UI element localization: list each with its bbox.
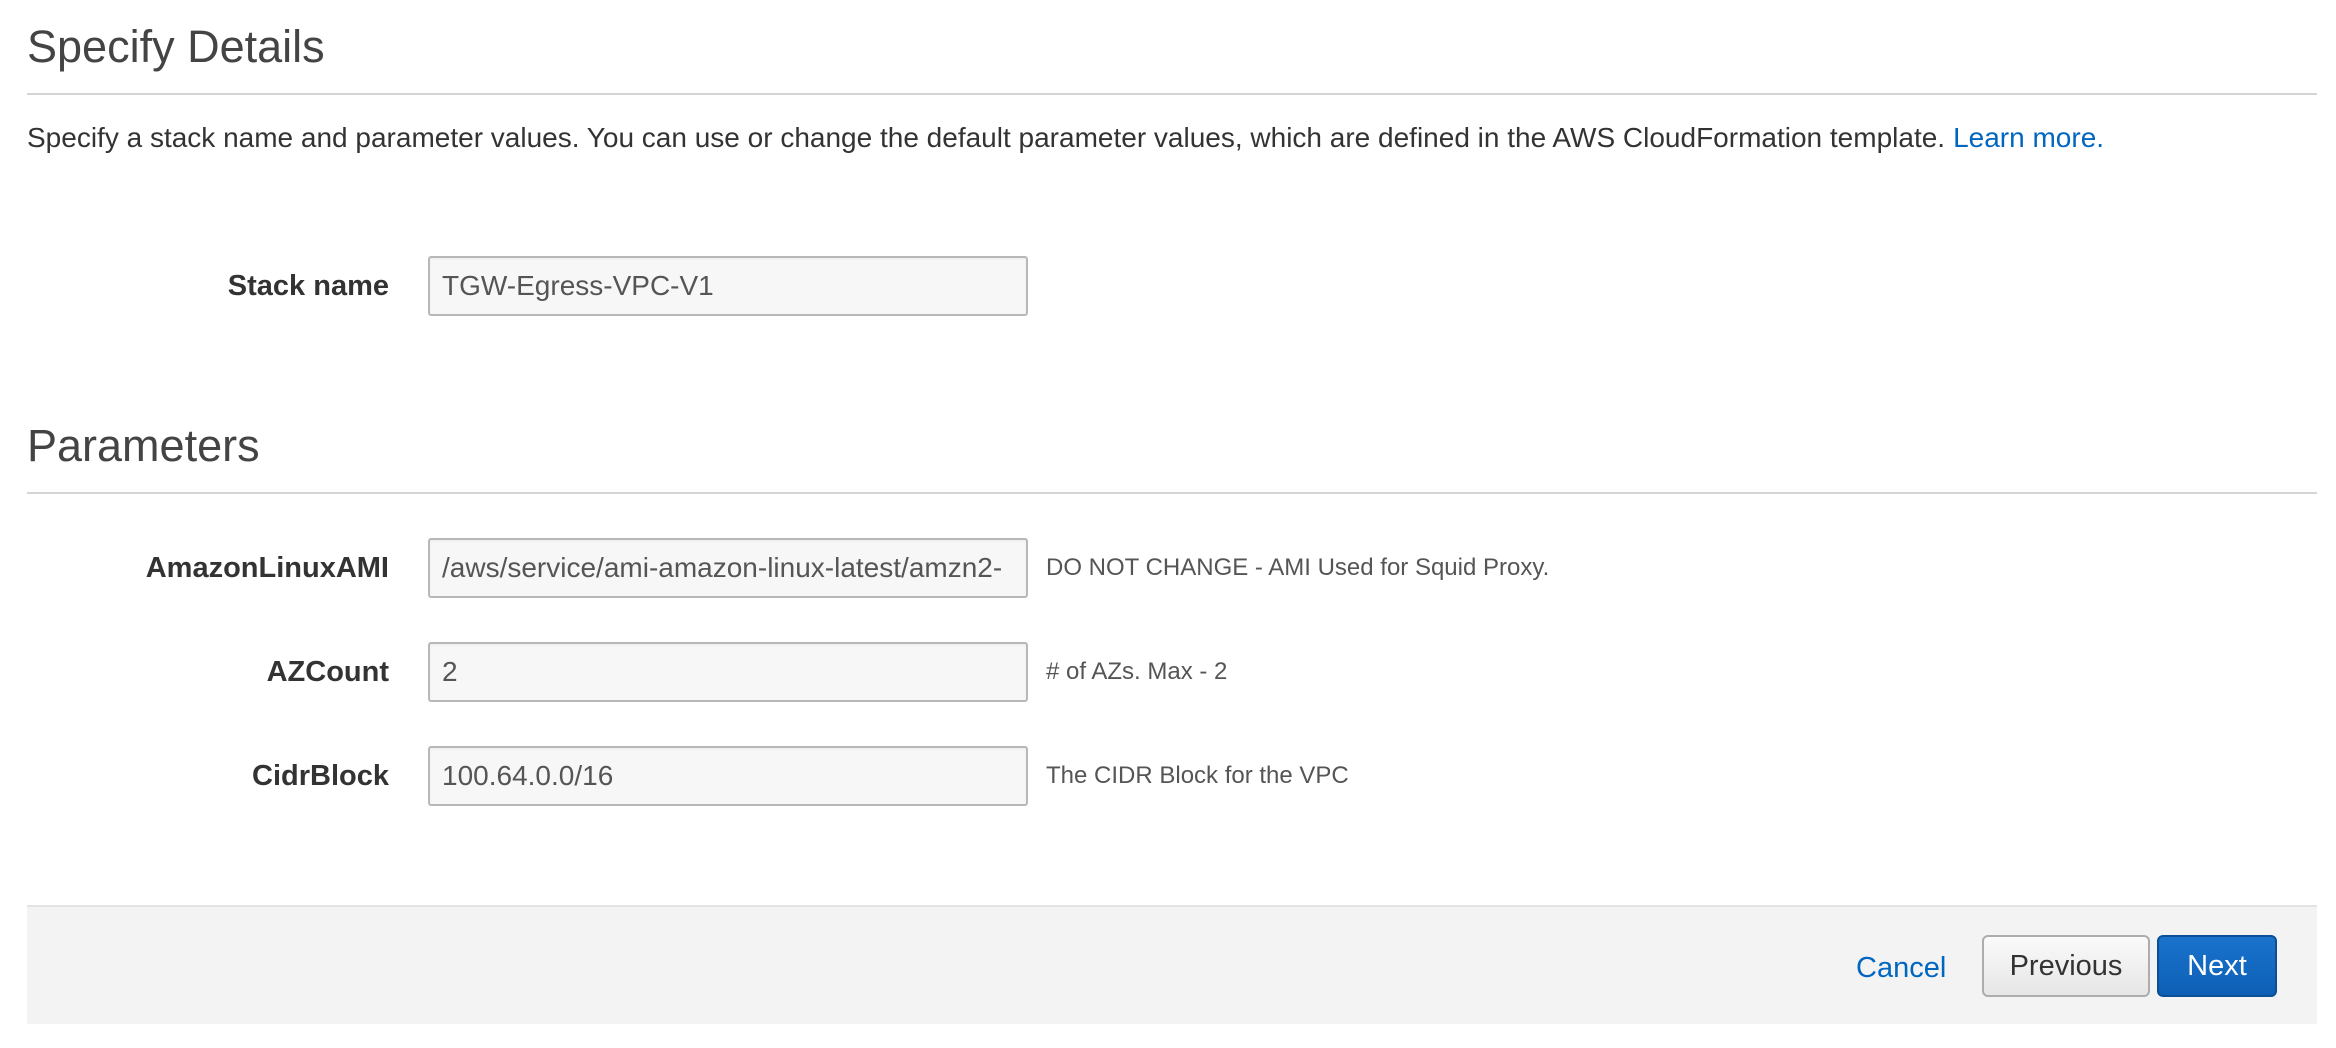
cidr-block-hint: The CIDR Block for the VPC bbox=[1046, 762, 1349, 789]
az-count-input[interactable] bbox=[428, 642, 1028, 702]
stack-name-label: Stack name bbox=[227, 270, 389, 302]
specify-details-page: Specify Details Specify a stack name and… bbox=[0, 0, 2336, 1048]
intro-paragraph: Specify a stack name and parameter value… bbox=[27, 118, 2104, 158]
intro-text: Specify a stack name and parameter value… bbox=[27, 122, 1946, 153]
cidr-block-input[interactable] bbox=[428, 746, 1028, 806]
amazon-linux-ami-label: AmazonLinuxAMI bbox=[145, 552, 389, 584]
next-button[interactable]: Next bbox=[2157, 935, 2277, 997]
amazon-linux-ami-input[interactable] bbox=[428, 538, 1028, 598]
details-divider bbox=[27, 93, 2317, 95]
az-count-hint: # of AZs. Max - 2 bbox=[1046, 658, 1228, 685]
amazon-linux-ami-hint: DO NOT CHANGE - AMI Used for Squid Proxy… bbox=[1046, 554, 1550, 581]
specify-details-title: Specify Details bbox=[27, 21, 325, 72]
wizard-footer bbox=[27, 905, 2317, 1024]
stack-name-input[interactable] bbox=[428, 256, 1028, 316]
parameters-title: Parameters bbox=[27, 420, 260, 471]
az-count-label: AZCount bbox=[266, 656, 389, 688]
cancel-button[interactable]: Cancel bbox=[1856, 948, 1946, 988]
learn-more-link[interactable]: Learn more. bbox=[1953, 122, 2104, 153]
previous-button[interactable]: Previous bbox=[1982, 935, 2150, 997]
cidr-block-label: CidrBlock bbox=[252, 760, 389, 792]
parameters-divider bbox=[27, 492, 2317, 494]
